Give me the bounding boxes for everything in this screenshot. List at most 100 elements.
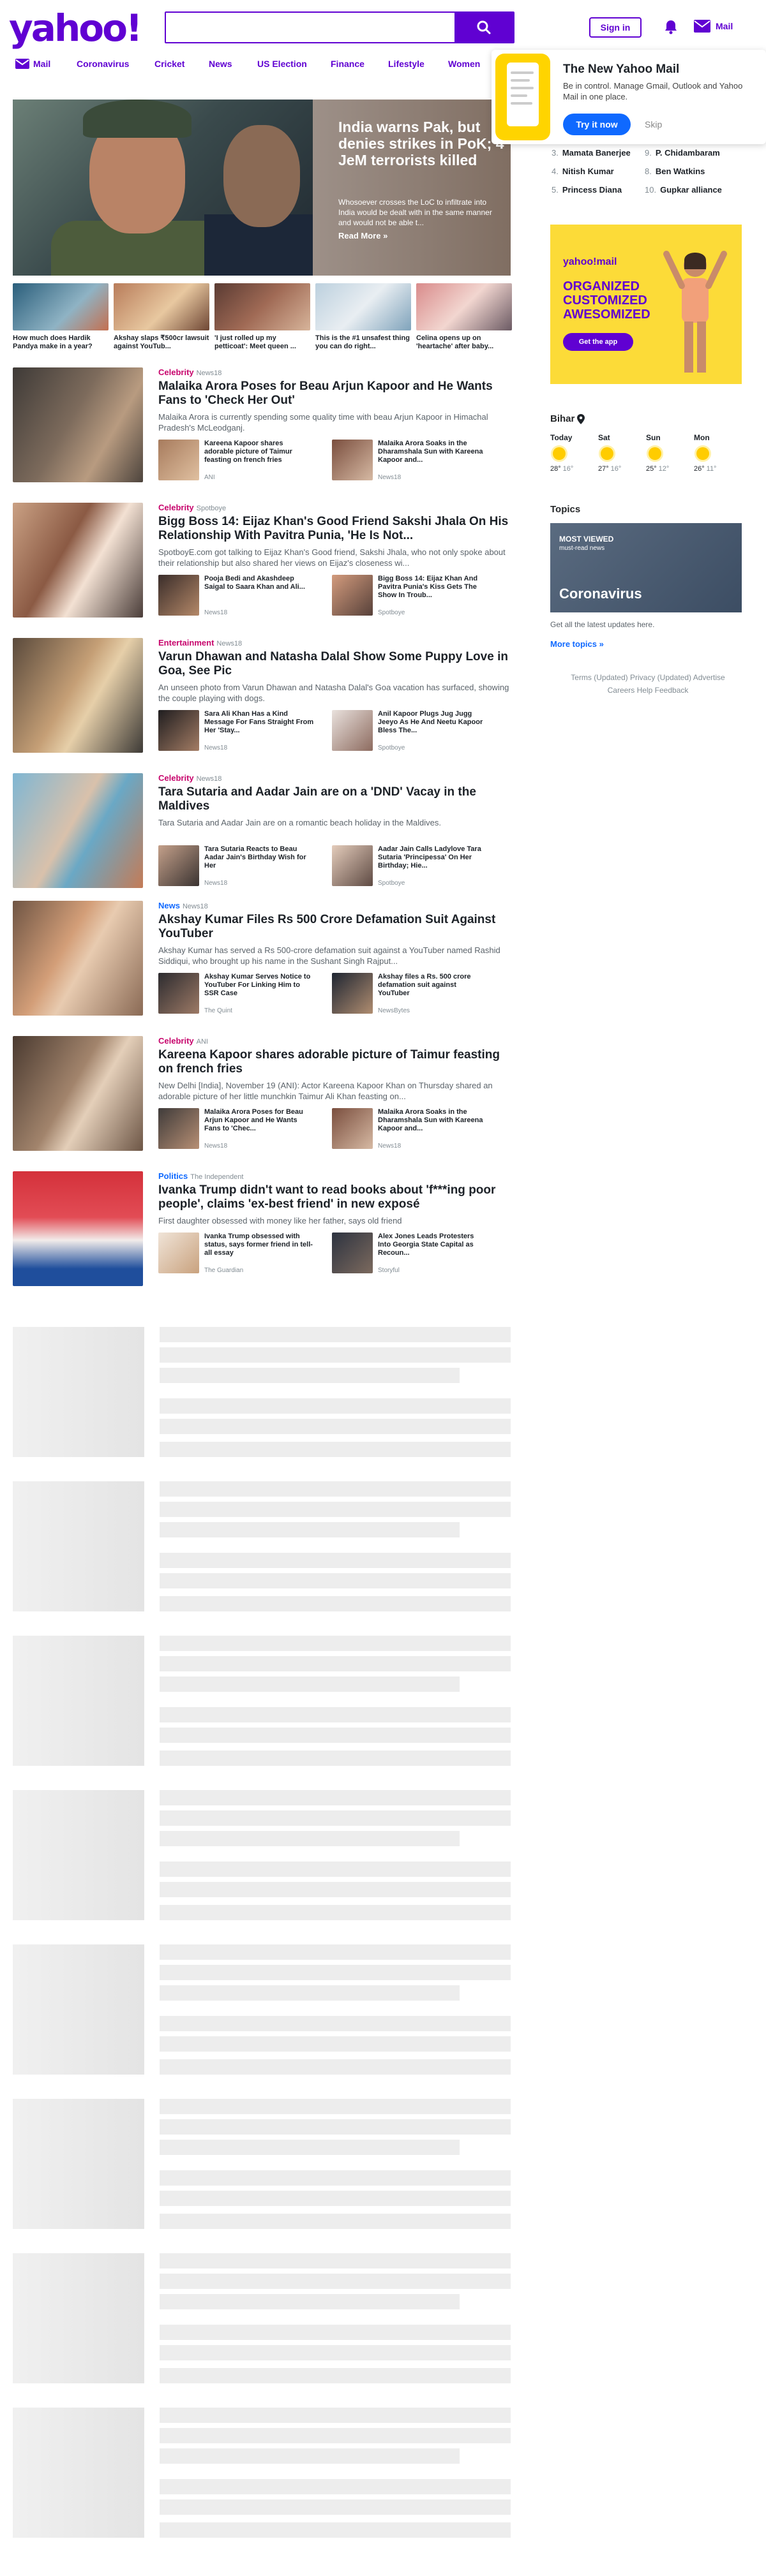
bell-icon[interactable] (664, 19, 678, 38)
weather-location[interactable]: Bihar (550, 413, 574, 424)
related-link[interactable]: Malaika Arora Soaks in the Dharamshala S… (332, 440, 488, 481)
nav-item-coronavirus[interactable]: Coronavirus (77, 59, 129, 69)
related-link[interactable]: Anil Kapoor Plugs Jug Jugg Jeeyo As He A… (332, 710, 488, 751)
header-mail-link[interactable]: Mail (694, 20, 733, 33)
hero-story[interactable]: India warns Pak, but denies strikes in P… (13, 100, 511, 276)
weather-day[interactable]: Today 28° 16° (550, 433, 598, 473)
story-category[interactable]: Entertainment (158, 638, 214, 648)
nav-item-cricket[interactable]: Cricket (154, 59, 184, 69)
header-mail-label: Mail (716, 21, 733, 31)
related-link[interactable]: Tara Sutaria Reacts to Beau Aadar Jain's… (158, 845, 314, 887)
related-link[interactable]: Sara Ali Khan Has a Kind Message For Fan… (158, 710, 314, 751)
popup-text: Be in control. Manage Gmail, Outlook and… (563, 81, 743, 101)
related-image (158, 845, 199, 886)
related-link[interactable]: Ivanka Trump obsessed with status, says … (158, 1232, 314, 1274)
story-title[interactable]: Tara Sutaria and Aadar Jain are on a 'DN… (158, 785, 511, 813)
story-image (13, 638, 143, 753)
footer-link-careers[interactable]: Careers (608, 686, 635, 695)
story-category[interactable]: Celebrity (158, 367, 194, 377)
stream-item[interactable]: Celebrity News18 Tara Sutaria and Aadar J… (13, 773, 511, 888)
nav-item-lifestyle[interactable]: Lifestyle (388, 59, 424, 69)
loading-placeholder (13, 1327, 511, 1457)
trending-item[interactable]: 4. Nitish Kumar (552, 167, 645, 176)
story-category[interactable]: Celebrity (158, 503, 194, 512)
mail-icon (694, 20, 710, 33)
trending-item[interactable]: 8. Ben Watkins (645, 167, 738, 176)
story-title[interactable]: Varun Dhawan and Natasha Dalal Show Some… (158, 650, 511, 678)
weather-day[interactable]: Sun 25° 12° (646, 433, 694, 473)
related-source: The Quint (204, 1007, 232, 1014)
strip-item[interactable]: How much does Hardik Pandya make in a ye… (13, 283, 109, 351)
strip-image (114, 283, 209, 330)
nav-item-finance[interactable]: Finance (331, 59, 364, 69)
story-source: News18 (196, 369, 222, 377)
related-link[interactable]: Aadar Jain Calls Ladylove Tara Sutaria '… (332, 845, 488, 887)
story-title[interactable]: Malaika Arora Poses for Beau Arjun Kapoo… (158, 380, 511, 408)
story-category[interactable]: Politics (158, 1171, 188, 1181)
nav-item-news[interactable]: News (209, 59, 232, 69)
stream-item[interactable]: Politics The Independent Ivanka Trump did… (13, 1171, 511, 1286)
stream-item[interactable]: News News18 Akshay Kumar Files Rs 500 Cro… (13, 901, 511, 1016)
more-topics-link[interactable]: More topics » (550, 639, 604, 649)
stream-item[interactable]: Entertainment News18 Varun Dhawan and Nat… (13, 638, 511, 753)
related-link[interactable]: Kareena Kapoor shares adorable picture o… (158, 440, 314, 481)
stream-item[interactable]: Celebrity ANI Kareena Kapoor shares adora… (13, 1036, 511, 1151)
related-link[interactable]: Bigg Boss 14: Eijaz Khan And Pavitra Pun… (332, 575, 488, 616)
hero-title[interactable]: India warns Pak, but denies strikes in P… (338, 119, 504, 168)
skip-button[interactable]: Skip (645, 119, 662, 130)
ad-get-app-button[interactable]: Get the app (563, 333, 633, 351)
trending-item[interactable]: 3. Mamata Banerjee (552, 148, 645, 158)
nav-item-women[interactable]: Women (448, 59, 480, 69)
story-image (13, 1036, 143, 1151)
weather-widget: Bihar Today 28° 16° Sat 27° 16° Sun 25° 12° Mo… (550, 413, 742, 473)
nav-item-us-election[interactable]: US Election (257, 59, 307, 69)
trending-item[interactable]: 9. P. Chidambaram (645, 148, 738, 158)
weather-day[interactable]: Mon 26° 11° (694, 433, 742, 473)
nav-item-label: Mail (33, 59, 51, 69)
yahoo-mail-ad[interactable]: yahoo!mail ORGANIZED CUSTOMIZED AWESOMIZ… (550, 225, 742, 384)
stream-item[interactable]: Celebrity News18 Malaika Arora Poses for … (13, 367, 511, 482)
signin-button[interactable]: Sign in (589, 17, 642, 38)
related-link[interactable]: Akshay Kumar Serves Notice to YouTuber F… (158, 973, 314, 1014)
footer-link-terms[interactable]: Terms (Updated) (571, 673, 627, 682)
story-title[interactable]: Ivanka Trump didn't want to read books a… (158, 1183, 511, 1211)
related-link[interactable]: Malaika Arora Soaks in the Dharamshala S… (332, 1108, 488, 1150)
related-link[interactable]: Malaika Arora Poses for Beau Arjun Kapoo… (158, 1108, 314, 1150)
footer-link-feedback[interactable]: Feedback (655, 686, 689, 695)
related-link[interactable]: Akshay files a Rs. 500 crore defamation … (332, 973, 488, 1014)
yahoo-logo[interactable]: yahoo! (9, 9, 142, 47)
nav-item-mail[interactable]: Mail (15, 59, 50, 69)
story-source: News18 (196, 775, 222, 783)
strip-item[interactable]: 'I just rolled up my petticoat': Meet qu… (214, 283, 310, 351)
story-title[interactable]: Bigg Boss 14: Eijaz Khan's Good Friend S… (158, 515, 511, 543)
story-category[interactable]: News (158, 901, 180, 910)
topic-card-coronavirus[interactable]: MOST VIEWED must-read news Coronavirus (550, 523, 742, 612)
related-link[interactable]: Pooja Bedi and Akashdeep Saigal to Saara… (158, 575, 314, 616)
related-link[interactable]: Alex Jones Leads Protesters Into Georgia… (332, 1232, 488, 1274)
weather-day[interactable]: Sat 27° 16° (598, 433, 646, 473)
loading-placeholder (13, 1790, 511, 1920)
footer-link-privacy[interactable]: Privacy (Updated) (630, 673, 691, 682)
story-title[interactable]: Akshay Kumar Files Rs 500 Crore Defamati… (158, 913, 511, 941)
story-category[interactable]: Celebrity (158, 773, 194, 783)
related-image (332, 575, 373, 616)
trending-item[interactable]: 5. Princess Diana (552, 185, 645, 195)
strip-item[interactable]: Celina opens up on 'heartache' after bab… (416, 283, 512, 351)
strip-item[interactable]: Akshay slaps ₹500cr lawsuit against YouT… (114, 283, 209, 351)
story-category[interactable]: Celebrity (158, 1036, 194, 1046)
strip-item[interactable]: This is the #1 unsafest thing you can do… (315, 283, 411, 351)
related-source: ANI (204, 474, 215, 481)
related-image (332, 440, 373, 480)
related-source: Spotboye (378, 609, 405, 616)
strip-image (315, 283, 411, 330)
search-button[interactable] (454, 13, 513, 42)
search-input[interactable] (166, 13, 454, 42)
thumbnail-strip: How much does Hardik Pandya make in a ye… (13, 283, 512, 355)
footer-link-help[interactable]: Help (637, 686, 653, 695)
story-title[interactable]: Kareena Kapoor shares adorable picture o… (158, 1048, 511, 1076)
footer-link-advertise[interactable]: Advertise (693, 673, 725, 682)
hero-read-more-link[interactable]: Read More » (338, 231, 387, 241)
trending-item[interactable]: 10. Gupkar alliance (645, 185, 738, 195)
stream-item[interactable]: Celebrity Spotboye Bigg Boss 14: Eijaz Kh… (13, 503, 511, 618)
try-it-now-button[interactable]: Try it now (563, 114, 631, 135)
